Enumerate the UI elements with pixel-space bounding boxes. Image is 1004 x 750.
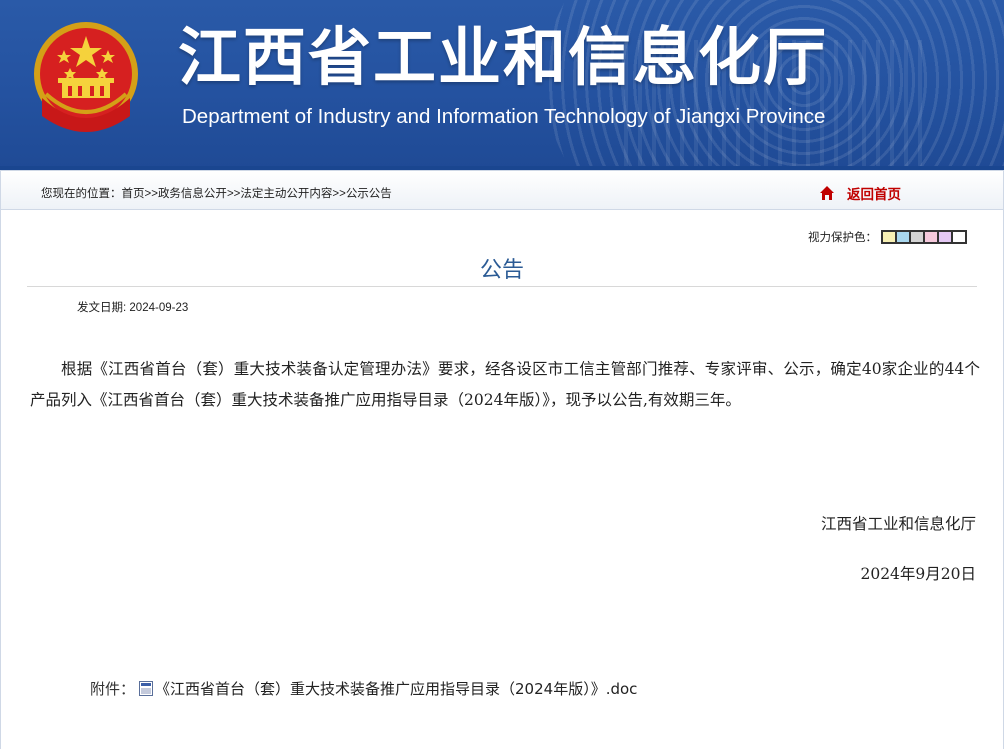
eye-care-label: 视力保护色： [808, 232, 877, 244]
publish-date-label: 发文日期: [77, 302, 127, 314]
return-home-label: 返回首页 [847, 187, 901, 202]
publish-date: 发文日期: 2024-09-23 [77, 299, 188, 315]
breadcrumb-bar: 您现在的位置：首页>>政务信息公开>>法定主动公开内容>>公示公告 返回首页 [0, 170, 1004, 210]
eye-care-swatch-white[interactable] [953, 230, 967, 244]
site-header-banner: 江西省工业和信息化厅 Department of Industry and In… [0, 0, 1004, 170]
article-body: 根据《江西省首台（套）重大技术装备认定管理办法》要求，经各设区市工信主管部门推荐… [30, 360, 980, 409]
breadcrumb: 您现在的位置：首页>>政务信息公开>>法定主动公开内容>>公示公告 [41, 185, 392, 201]
signature-organization: 江西省工业和信息化厅 [820, 515, 976, 533]
eye-care-swatch-yellow[interactable] [881, 230, 897, 244]
eye-care-swatch-gray[interactable] [911, 230, 925, 244]
eye-care-selector: 视力保护色： [808, 229, 967, 245]
breadcrumb-item-statutory[interactable]: 法定主动公开内容 [240, 188, 332, 200]
title-divider [27, 286, 977, 287]
signature-date: 2024年9月20日 [860, 565, 976, 583]
site-title: 江西省工业和信息化厅 [178, 21, 828, 94]
eye-care-swatch-blue[interactable] [897, 230, 911, 244]
breadcrumb-prefix: 您现在的位置： [41, 188, 122, 200]
home-icon [820, 186, 834, 200]
return-home-link[interactable]: 返回首页 [819, 183, 901, 203]
site-subtitle: Department of Industry and Information T… [182, 105, 826, 128]
attachment-row: 附件： 《江西省首台（套）重大技术装备推广应用指导目录（2024年版）》.doc [90, 678, 637, 699]
breadcrumb-item-home[interactable]: 首页 [122, 188, 145, 200]
eye-care-swatch-purple[interactable] [939, 230, 953, 244]
breadcrumb-item-announcements[interactable]: 公示公告 [346, 188, 392, 200]
breadcrumb-item-gov-info[interactable]: 政务信息公开 [158, 188, 227, 200]
attachment-link[interactable]: 《江西省首台（套）重大技术装备推广应用指导目录（2024年版）》.doc [155, 678, 637, 699]
content-frame [0, 209, 1004, 749]
breadcrumb-separator: >> [332, 188, 346, 200]
breadcrumb-separator: >> [144, 188, 158, 200]
national-emblem-icon [34, 22, 138, 132]
attachment-label: 附件： [90, 680, 136, 698]
article-title: 公告 [479, 258, 524, 283]
breadcrumb-separator: >> [226, 188, 241, 200]
eye-care-swatch-pink[interactable] [925, 230, 939, 244]
publish-date-value: 2024-09-23 [129, 302, 189, 314]
eye-care-swatches [881, 230, 967, 244]
word-doc-icon [139, 681, 154, 696]
